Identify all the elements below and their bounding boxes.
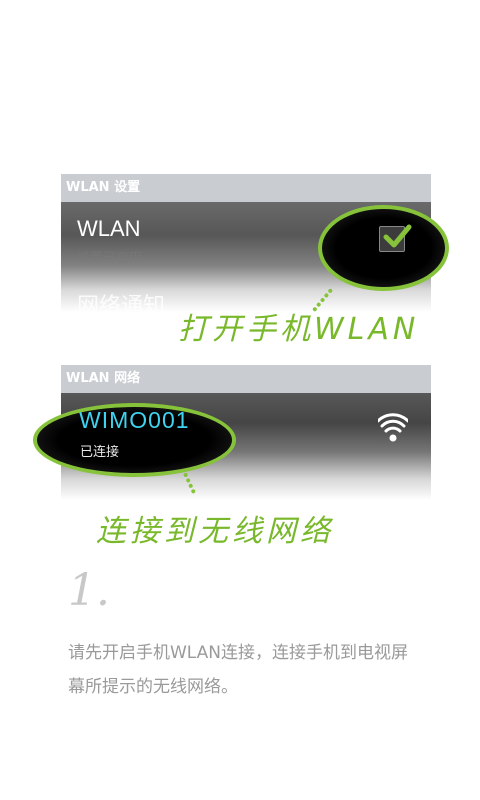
checkmark-icon (383, 224, 412, 248)
network-notification-label[interactable]: 网络通知 (77, 288, 165, 312)
network-name[interactable]: WIMO001 (79, 407, 190, 434)
step-number: 1. (68, 565, 110, 616)
wifi-icon (378, 413, 408, 442)
wlan-checkbox[interactable] (379, 224, 412, 252)
annotation-open-wlan: 打开手机WLAN (178, 312, 420, 347)
wlan-toggle-subtitle: 设置已启用 (77, 251, 143, 266)
annotation-connect-network: 连接到无线网络 (96, 514, 334, 549)
step-description: 请先开启手机WLAN连接，连接手机到电视屏幕所提示的无线网络。 (68, 643, 409, 697)
wlan-settings-header: WLAN 设置 (61, 174, 431, 202)
network-status: 已连接 (80, 445, 120, 460)
wlan-networks-header: WLAN 网络 (61, 365, 431, 393)
wlan-toggle-title[interactable]: WLAN (77, 216, 141, 242)
